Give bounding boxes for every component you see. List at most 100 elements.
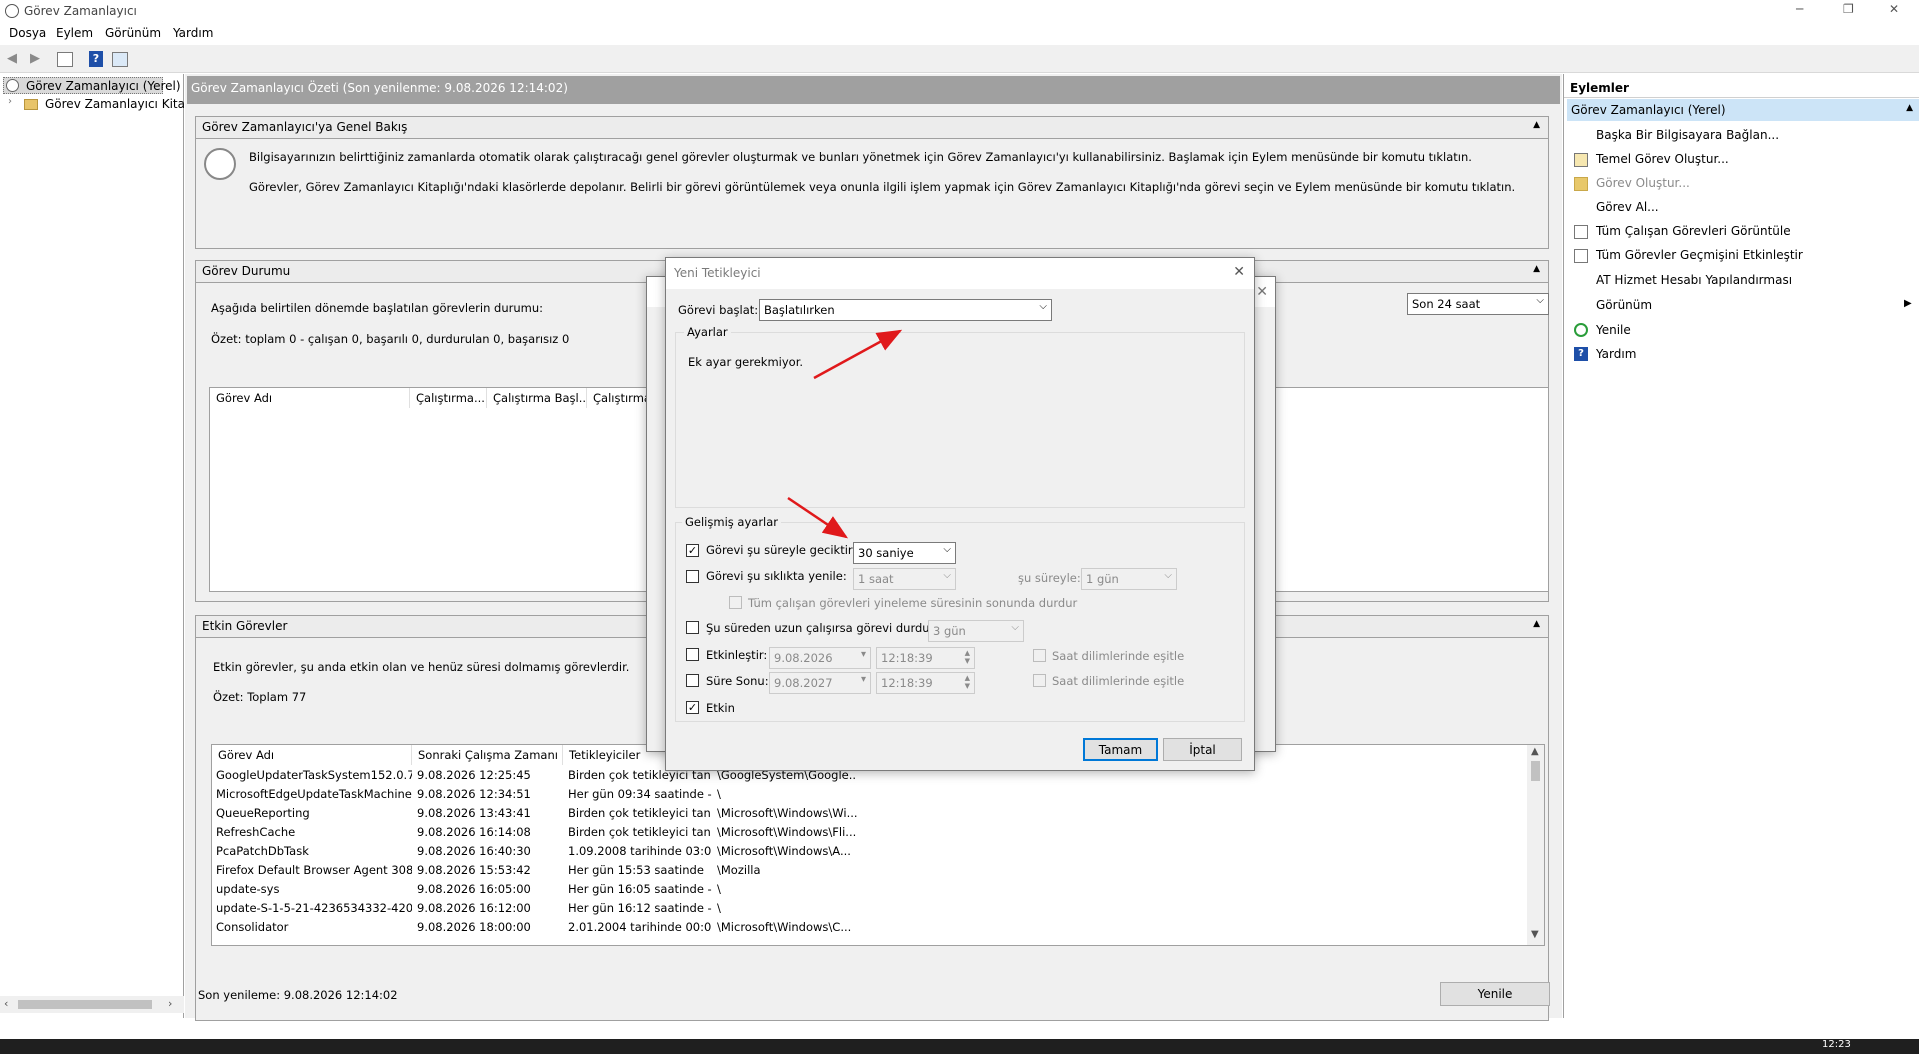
active-tasks-description: Etkin görevler, şu anda etkin olan ve he… — [213, 660, 630, 674]
expire-checkbox[interactable] — [686, 674, 699, 687]
table-row[interactable]: Firefox Default Browser Agent 308... 9.08… — [212, 861, 1528, 880]
show-hide-tree-icon[interactable] — [57, 52, 73, 67]
action-import-task[interactable]: Görev Al... — [1596, 200, 1659, 214]
action-create-basic-task[interactable]: Temel Görev Oluştur... — [1596, 152, 1729, 166]
scroll-thumb[interactable] — [1531, 761, 1540, 781]
scroll-thumb[interactable] — [18, 1000, 152, 1009]
new-trigger-dialog: Yeni Tetikleyici ✕ Görevi başlat: Başlat… — [665, 257, 1255, 771]
action-connect[interactable]: Başka Bir Bilgisayara Bağlan... — [1596, 128, 1779, 142]
calendar-icon[interactable]: ▾ — [861, 674, 866, 685]
expire-sync-label: Saat dilimlerinde eşitle — [1052, 674, 1185, 688]
column-header[interactable]: Çalıştırma Başl... — [487, 388, 587, 408]
table-row[interactable]: MicrosoftEdgeUpdateTaskMachine... 9.08.20… — [212, 785, 1528, 804]
collapse-arrow-icon[interactable]: ▲ — [1533, 120, 1540, 130]
actions-group-header[interactable]: Görev Zamanlayıcı (Yerel) ▲ — [1567, 99, 1919, 121]
chevron-down-icon: ⌵ — [943, 544, 951, 555]
table-row[interactable]: QueueReporting 9.08.2026 13:43:41 Birden ç… — [212, 804, 1528, 823]
help-icon[interactable]: ? — [89, 51, 103, 67]
collapse-arrow-icon[interactable]: ▲ — [1533, 619, 1540, 629]
action-help[interactable]: Yardım — [1596, 347, 1636, 361]
activate-date-picker[interactable]: 9.08.2026 ▾ — [769, 647, 871, 669]
restore-button[interactable]: ❐ — [1843, 2, 1854, 16]
table-cell: 9.08.2026 12:25:45 — [417, 768, 531, 782]
stop-all-checkbox[interactable] — [729, 596, 742, 609]
scroll-right-arrow-icon[interactable]: › — [168, 997, 172, 1010]
activate-time-spinner[interactable]: 12:18:39 ▲ ▼ — [876, 647, 975, 669]
delay-select[interactable]: 30 saniye ⌵ — [853, 542, 956, 564]
vertical-scrollbar[interactable]: ▲ ▼ — [1527, 745, 1544, 945]
table-row[interactable]: RefreshCache 9.08.2026 16:14:08 Birden çok… — [212, 823, 1528, 842]
stop-long-select[interactable]: 3 gün ⌵ — [928, 620, 1024, 642]
expand-arrow-icon[interactable]: › — [8, 96, 12, 107]
duration-select[interactable]: 1 gün ⌵ — [1081, 568, 1177, 590]
close-icon[interactable]: ✕ — [1256, 284, 1268, 300]
back-arrow-icon[interactable]: ◀ — [2, 49, 22, 69]
running-tasks-icon — [1574, 225, 1588, 239]
delay-value: 30 saniye — [858, 546, 914, 560]
minimize-button[interactable]: ─ — [1796, 2, 1803, 16]
column-header[interactable]: Görev Adı — [212, 745, 412, 765]
stop-long-checkbox[interactable] — [686, 621, 699, 634]
close-icon[interactable]: ✕ — [1233, 264, 1245, 280]
action-at-service[interactable]: AT Hizmet Hesabı Yapılandırması — [1596, 273, 1792, 287]
settings-group-title: Ayarlar — [684, 325, 731, 339]
expire-label: Süre Sonu: — [706, 674, 769, 688]
column-header[interactable]: Görev Adı — [210, 388, 410, 408]
show-hide-actions-icon[interactable] — [112, 52, 128, 67]
spinner-arrows-icon[interactable]: ▲ ▼ — [965, 649, 970, 665]
expire-date-picker[interactable]: 9.08.2027 ▾ — [769, 672, 871, 694]
action-view[interactable]: Görünüm — [1596, 298, 1652, 312]
expire-time-spinner[interactable]: 12:18:39 ▲ ▼ — [876, 672, 975, 694]
menu-view[interactable]: Görünüm — [105, 26, 161, 40]
activate-sync-label: Saat dilimlerinde eşitle — [1052, 649, 1185, 663]
close-button[interactable]: ✕ — [1889, 2, 1899, 16]
action-create-task[interactable]: Görev Oluştur... — [1596, 176, 1690, 190]
activate-sync-checkbox[interactable] — [1033, 649, 1046, 662]
refresh-button[interactable]: Yenile — [1440, 982, 1550, 1006]
forward-arrow-icon[interactable]: ▶ — [25, 49, 45, 69]
table-cell: 9.08.2026 18:00:00 — [417, 920, 531, 934]
period-select[interactable]: Son 24 saat ⌵ — [1407, 293, 1549, 315]
repeat-checkbox[interactable] — [686, 570, 699, 583]
enabled-checkbox[interactable]: ✓ — [686, 701, 699, 714]
tree-root-item[interactable]: Görev Zamanlayıcı (Yerel) — [3, 77, 181, 94]
column-header[interactable]: Çalıştırma... — [410, 388, 487, 408]
column-header[interactable]: Sonraki Çalışma Zamanı — [412, 745, 563, 765]
ok-button[interactable]: Tamam — [1083, 738, 1158, 761]
activate-time: 12:18:39 — [881, 651, 933, 665]
table-cell: Birden çok tetikleyici tan... — [568, 806, 712, 820]
active-tasks-summary: Özet: Toplam 77 — [213, 690, 307, 704]
console-tree: Görev Zamanlayıcı (Yerel) › Görev Zamanl… — [0, 74, 185, 1018]
menu-help[interactable]: Yardım — [173, 26, 213, 40]
action-refresh[interactable]: Yenile — [1596, 323, 1631, 337]
calendar-icon[interactable]: ▾ — [861, 649, 866, 660]
scroll-left-arrow-icon[interactable]: ‹ — [4, 997, 8, 1010]
start-task-select[interactable]: Başlatılırken ⌵ — [759, 299, 1052, 321]
scroll-down-arrow-icon[interactable]: ▼ — [1531, 929, 1539, 940]
tree-library-item[interactable]: › Görev Zamanlayıcı Kitaplı — [8, 96, 185, 113]
table-row[interactable]: PcaPatchDbTask 9.08.2026 16:40:30 1.09.200… — [212, 842, 1528, 861]
overview-text-1: Bilgisayarınızın belirttiğiniz zamanlard… — [249, 150, 1472, 164]
table-row[interactable]: Consolidator 9.08.2026 18:00:00 2.01.2004 … — [212, 918, 1528, 937]
action-display-running[interactable]: Tüm Çalışan Görevleri Görüntüle — [1596, 224, 1791, 238]
actions-header: Eylemler — [1564, 76, 1919, 98]
menu-action[interactable]: Eylem — [56, 26, 93, 40]
table-cell: 9.08.2026 12:34:51 — [417, 787, 531, 801]
action-enable-history[interactable]: Tüm Görevler Geçmişini Etkinleştir — [1596, 248, 1803, 262]
collapse-arrow-icon[interactable]: ▲ — [1533, 264, 1540, 274]
spinner-arrows-icon[interactable]: ▲ ▼ — [965, 674, 970, 690]
expire-sync-checkbox[interactable] — [1033, 674, 1046, 687]
overview-header[interactable]: Görev Zamanlayıcı'ya Genel Bakış ▲ — [196, 117, 1548, 139]
expire-date: 9.08.2027 — [774, 676, 833, 690]
menu-file[interactable]: Dosya — [9, 26, 46, 40]
activate-checkbox[interactable] — [686, 648, 699, 661]
scroll-up-arrow-icon[interactable]: ▲ — [1531, 746, 1539, 757]
delay-checkbox[interactable]: ✓ — [686, 544, 699, 557]
table-row[interactable]: update-sys 9.08.2026 16:05:00 Her gün 16:0… — [212, 880, 1528, 899]
cancel-button[interactable]: İptal — [1163, 738, 1242, 761]
table-row[interactable]: update-S-1-5-21-4236534332-4203... 9.08.2… — [212, 899, 1528, 918]
collapse-arrow-icon[interactable]: ▲ — [1906, 103, 1913, 113]
repeat-select[interactable]: 1 saat ⌵ — [853, 568, 956, 590]
table-cell: PcaPatchDbTask — [216, 844, 309, 858]
tree-horizontal-scrollbar[interactable]: ‹ › — [0, 996, 184, 1013]
